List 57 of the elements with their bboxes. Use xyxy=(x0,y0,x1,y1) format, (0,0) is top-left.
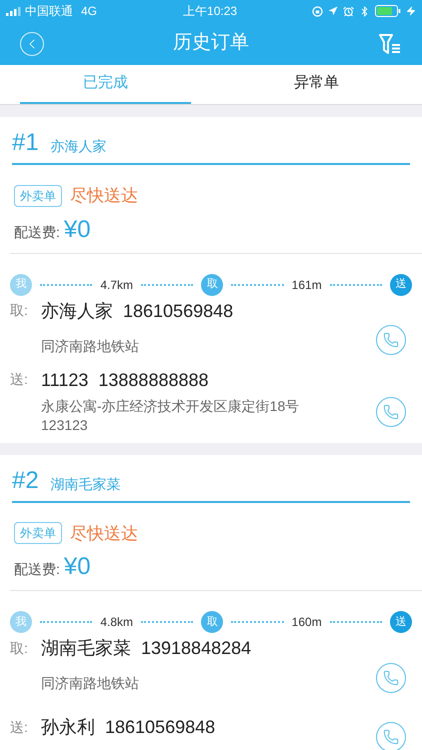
rotation-lock-icon xyxy=(312,6,323,16)
pickup-address: 同济南路地铁站 xyxy=(41,674,140,693)
pickup-address: 同济南路地铁站 xyxy=(41,336,140,356)
order-number: #2 xyxy=(12,466,39,496)
fee-amount: ¥0 xyxy=(64,214,91,244)
call-button[interactable] xyxy=(376,396,406,426)
shop-name: 湖南毛家菜 xyxy=(50,474,121,494)
distance: 4.7km xyxy=(100,276,134,294)
route-start-badge: 我 xyxy=(10,611,32,633)
call-button[interactable] xyxy=(376,722,406,750)
phone-icon xyxy=(383,404,399,420)
distance: 4.8km xyxy=(100,614,134,631)
delivery-time: 尽快送达 xyxy=(70,522,138,544)
shop-name: 亦海人家 xyxy=(50,137,107,156)
pickup-contact: 湖南毛家菜 13918848284 xyxy=(41,637,252,660)
route-pickup-badge: 取 xyxy=(201,611,224,633)
delivery-address-detail: 123123 xyxy=(41,416,89,434)
filter-button[interactable] xyxy=(378,32,402,56)
delivery-address: 永康公寓-亦庄经济技术开发区康定街18号 xyxy=(41,396,300,416)
fee-label: 配送费: xyxy=(14,560,60,579)
route-delivery-badge: 送 xyxy=(390,274,412,296)
bluetooth-icon xyxy=(359,6,370,16)
delivery-time: 尽快送达 xyxy=(70,185,138,207)
delivery-label: 送: xyxy=(10,370,29,389)
call-button[interactable] xyxy=(376,662,406,692)
filter-icon xyxy=(379,34,401,54)
distance: 160m xyxy=(292,614,322,631)
location-icon xyxy=(328,6,338,16)
delivery-contact: 孙永利 18610569848 xyxy=(41,716,216,739)
back-button[interactable] xyxy=(20,32,44,56)
status-time: 上午10:23 xyxy=(183,3,238,20)
tab[interactable]: 异常单 xyxy=(231,65,402,104)
pickup-label: 取: xyxy=(10,301,29,320)
phone-icon xyxy=(383,670,399,686)
order-type-tag: 外卖单 xyxy=(14,184,62,207)
alarm-icon xyxy=(343,6,354,16)
route-start-badge: 我 xyxy=(10,274,32,296)
phone-icon xyxy=(383,729,399,745)
fee-amount: ¥0 xyxy=(64,552,91,582)
carrier: 中国联通 xyxy=(25,3,73,20)
signal-icon xyxy=(6,6,22,16)
fee-label: 配送费: xyxy=(14,222,60,242)
charging-icon xyxy=(406,6,416,16)
order-type-tag: 外卖单 xyxy=(14,522,62,544)
network-type: 4G xyxy=(81,3,98,20)
phone-icon xyxy=(383,332,399,348)
pickup-contact: 亦海人家 18610569848 xyxy=(41,300,234,322)
distance: 161m xyxy=(292,276,322,294)
delivery-contact: 11123 13888888888 xyxy=(41,368,209,392)
order-number: #1 xyxy=(12,128,39,158)
route-delivery-badge: 送 xyxy=(390,611,412,633)
call-button[interactable] xyxy=(376,325,406,355)
route-pickup-badge: 取 xyxy=(201,274,224,296)
pickup-label: 取: xyxy=(10,638,29,658)
page-title: 历史订单 xyxy=(173,31,249,56)
delivery-label: 送: xyxy=(10,718,29,736)
battery-icon xyxy=(375,5,401,17)
